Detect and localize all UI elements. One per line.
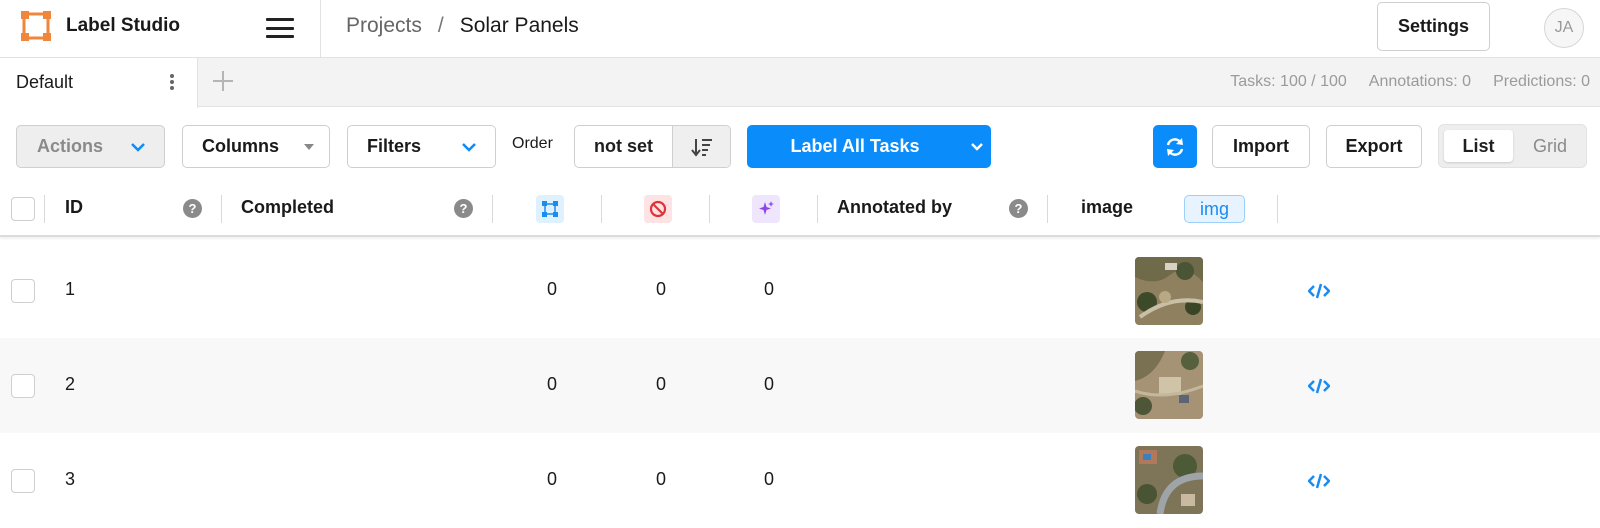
app-name: Label Studio bbox=[66, 15, 180, 36]
table-header: ID ? Completed ? Annotated by ? image im… bbox=[0, 179, 1600, 237]
code-view-icon[interactable] bbox=[1308, 283, 1330, 299]
actions-label: Actions bbox=[37, 136, 104, 156]
column-divider bbox=[492, 195, 493, 223]
task-id: 3 bbox=[65, 469, 76, 489]
table-row[interactable]: 2 0 0 0 bbox=[0, 338, 1600, 433]
task-id: 2 bbox=[65, 374, 76, 394]
order-label: Order bbox=[512, 135, 553, 152]
tasks-count: Tasks: 100 / 100 bbox=[1230, 73, 1347, 90]
caret-down-icon bbox=[304, 143, 314, 150]
column-divider bbox=[601, 195, 602, 223]
columns-dropdown[interactable]: Columns bbox=[182, 125, 330, 168]
breadcrumb-projects-link[interactable]: Projects bbox=[346, 14, 422, 38]
breadcrumb: Projects / Solar Panels bbox=[346, 14, 579, 38]
table-row[interactable]: 3 0 0 0 bbox=[0, 433, 1600, 528]
predictions-icon[interactable] bbox=[752, 195, 780, 223]
tab-default[interactable]: Default bbox=[0, 58, 198, 108]
code-view-icon[interactable] bbox=[1308, 378, 1330, 394]
order-select[interactable]: not set bbox=[575, 126, 673, 167]
select-all-checkbox[interactable] bbox=[11, 197, 35, 221]
predictions-count: Predictions: 0 bbox=[1493, 73, 1590, 90]
predictions-value: 0 bbox=[764, 279, 775, 299]
toolbar: Actions Columns Filters Order not set La… bbox=[0, 107, 1600, 179]
task-id: 1 bbox=[65, 279, 76, 299]
column-header-image[interactable]: image bbox=[1081, 197, 1133, 218]
view-toggle: List Grid bbox=[1438, 124, 1587, 168]
total-annotations-value: 0 bbox=[547, 374, 558, 394]
image-thumbnail[interactable] bbox=[1135, 351, 1203, 419]
help-icon[interactable]: ? bbox=[454, 199, 473, 218]
chevron-down-icon bbox=[131, 142, 145, 152]
total-annotations-value: 0 bbox=[547, 469, 558, 489]
top-bar: Label Studio Projects / Solar Panels Set… bbox=[0, 0, 1600, 58]
tab-options-icon[interactable] bbox=[170, 74, 174, 90]
columns-label: Columns bbox=[202, 136, 280, 156]
total-annotations-icon[interactable] bbox=[536, 195, 564, 223]
breadcrumb-separator: / bbox=[437, 14, 444, 37]
image-type-tag: img bbox=[1184, 195, 1245, 223]
predictions-value: 0 bbox=[764, 374, 775, 394]
label-studio-logo-icon bbox=[21, 11, 51, 41]
predictions-value: 0 bbox=[764, 469, 775, 489]
cancelled-annotations-value: 0 bbox=[656, 374, 667, 394]
column-header-annotated-by[interactable]: Annotated by bbox=[837, 197, 952, 218]
cancelled-annotations-icon[interactable] bbox=[644, 195, 672, 223]
tab-bar: Default Tasks: 100 / 100 Annotations: 0 … bbox=[0, 58, 1600, 108]
table-row[interactable]: 1 0 0 0 bbox=[0, 243, 1600, 338]
column-divider bbox=[44, 195, 45, 223]
sort-direction-button[interactable] bbox=[673, 126, 730, 167]
user-avatar[interactable]: JA bbox=[1544, 8, 1584, 48]
actions-dropdown[interactable]: Actions bbox=[16, 125, 165, 168]
image-thumbnail[interactable] bbox=[1135, 446, 1203, 514]
row-checkbox[interactable] bbox=[11, 279, 35, 303]
menu-icon[interactable] bbox=[266, 16, 294, 40]
column-divider bbox=[1047, 195, 1048, 223]
label-all-tasks-button[interactable]: Label All Tasks bbox=[747, 125, 991, 168]
chevron-down-icon bbox=[462, 142, 476, 152]
brand[interactable]: Label Studio bbox=[20, 10, 180, 42]
row-checkbox[interactable] bbox=[11, 469, 35, 493]
refresh-button[interactable] bbox=[1153, 125, 1197, 168]
sort-descending-icon bbox=[690, 138, 712, 157]
filters-label: Filters bbox=[367, 136, 422, 156]
tab-label: Default bbox=[16, 72, 74, 92]
cancelled-annotations-value: 0 bbox=[656, 279, 667, 299]
help-icon[interactable]: ? bbox=[183, 199, 202, 218]
breadcrumb-current-project: Solar Panels bbox=[459, 14, 579, 37]
column-header-completed[interactable]: Completed bbox=[241, 197, 334, 218]
total-annotations-value: 0 bbox=[547, 279, 558, 299]
task-stats: Tasks: 100 / 100 Annotations: 0 Predicti… bbox=[1230, 73, 1590, 91]
export-button[interactable]: Export bbox=[1326, 125, 1422, 168]
column-divider bbox=[1277, 195, 1278, 223]
image-thumbnail[interactable] bbox=[1135, 257, 1203, 325]
code-view-icon[interactable] bbox=[1308, 473, 1330, 489]
list-view-option[interactable]: List bbox=[1444, 130, 1513, 162]
grid-view-option[interactable]: Grid bbox=[1518, 130, 1582, 162]
column-divider bbox=[709, 195, 710, 223]
settings-button[interactable]: Settings bbox=[1377, 2, 1490, 51]
refresh-icon bbox=[1166, 137, 1184, 156]
row-checkbox[interactable] bbox=[11, 374, 35, 398]
filters-dropdown[interactable]: Filters bbox=[347, 125, 496, 168]
label-all-tasks-label: Label All Tasks bbox=[790, 136, 920, 156]
add-tab-icon[interactable] bbox=[210, 68, 236, 94]
header-divider bbox=[320, 0, 321, 58]
cancelled-annotations-value: 0 bbox=[656, 469, 667, 489]
column-divider bbox=[221, 195, 222, 223]
annotations-count: Annotations: 0 bbox=[1368, 73, 1472, 90]
order-control: not set bbox=[574, 125, 731, 168]
label-options-chevron-icon[interactable] bbox=[963, 142, 991, 151]
column-divider bbox=[817, 195, 818, 223]
import-button[interactable]: Import bbox=[1212, 125, 1310, 168]
column-header-id[interactable]: ID bbox=[65, 197, 83, 218]
help-icon[interactable]: ? bbox=[1009, 199, 1028, 218]
